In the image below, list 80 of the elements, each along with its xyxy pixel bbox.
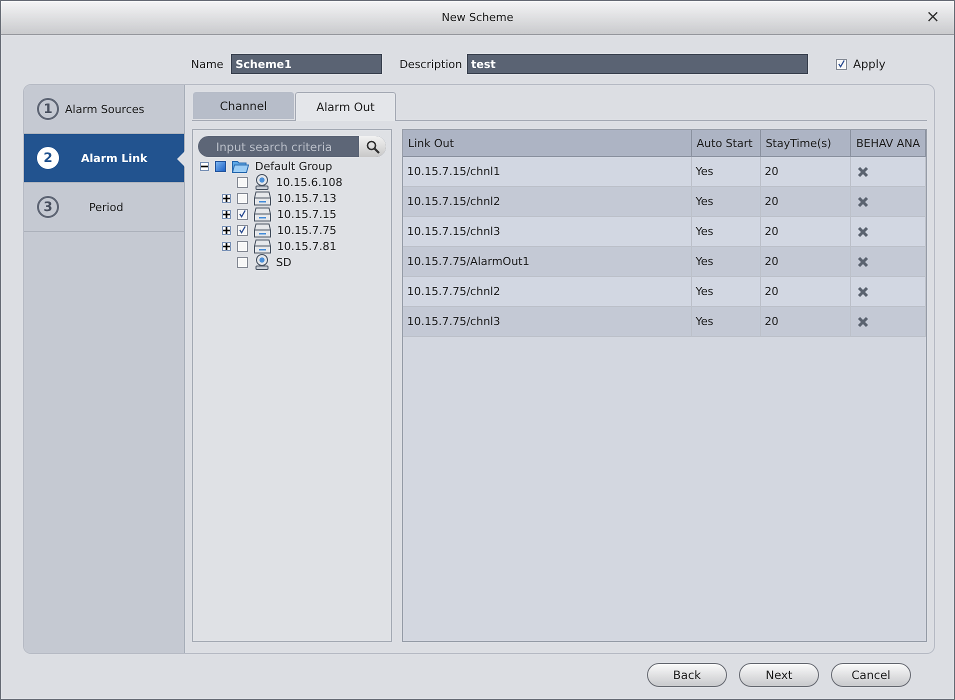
column-header[interactable]: Link Out xyxy=(403,130,692,156)
checkbox[interactable] xyxy=(237,192,248,204)
step-number: 1 xyxy=(37,98,59,120)
plus-icon xyxy=(223,242,230,250)
table-cell: 10.15.7.15/chnl1 xyxy=(403,156,692,186)
camera-icon xyxy=(254,254,270,270)
table-cell: 10.15.7.75/chnl2 xyxy=(403,276,692,306)
tree-item[interactable]: 10.15.7.15 xyxy=(277,208,336,220)
collapse-toggle[interactable] xyxy=(200,162,209,170)
step-item[interactable]: 3 Period xyxy=(24,183,184,232)
expand-toggle[interactable] xyxy=(222,242,231,250)
camera-icon xyxy=(254,174,270,190)
search-button[interactable] xyxy=(359,136,386,157)
checkbox[interactable] xyxy=(237,208,248,220)
table-cell: 10.15.7.15/chnl2 xyxy=(403,186,692,216)
apply-label: Apply xyxy=(853,57,886,71)
device-icon xyxy=(254,190,271,206)
folder-icon xyxy=(232,160,249,172)
checkbox[interactable] xyxy=(237,256,248,268)
table-cell: 20 xyxy=(760,306,851,336)
description-label: Description xyxy=(399,58,462,70)
delete-icon[interactable] xyxy=(857,226,870,238)
plus-icon xyxy=(223,210,230,218)
tree-item[interactable]: Default Group xyxy=(255,160,332,172)
plus-icon xyxy=(223,194,230,202)
column-header[interactable]: StayTime(s) xyxy=(760,130,851,156)
tree-item[interactable]: 10.15.7.75 xyxy=(277,224,336,236)
tab[interactable]: Channel xyxy=(193,92,294,119)
description-field[interactable]: test xyxy=(467,54,808,74)
step-item[interactable]: 2 Alarm Link xyxy=(24,134,184,183)
expand-toggle[interactable] xyxy=(222,194,231,202)
dialog-button[interactable]: Back xyxy=(647,663,727,687)
table-cell: Yes xyxy=(691,216,760,246)
table-cell: 20 xyxy=(760,186,851,216)
delete-icon[interactable] xyxy=(857,256,870,268)
dialog-button[interactable]: Cancel xyxy=(831,663,911,687)
tree-item[interactable]: SD xyxy=(276,256,292,268)
table-cell: 20 xyxy=(760,216,851,246)
expand-toggle[interactable] xyxy=(222,210,231,218)
window-title: New Scheme xyxy=(442,11,514,24)
expand-toggle[interactable] xyxy=(222,226,231,234)
table-cell: Yes xyxy=(691,156,760,186)
checkbox[interactable] xyxy=(237,240,248,252)
tree-item[interactable]: 10.15.7.81 xyxy=(277,240,336,252)
delete-icon[interactable] xyxy=(857,316,870,328)
delete-icon[interactable] xyxy=(857,166,870,178)
tab[interactable]: Alarm Out xyxy=(295,92,396,121)
minus-icon xyxy=(201,162,208,170)
table-cell: Yes xyxy=(691,306,760,336)
name-label: Name xyxy=(191,58,224,70)
table-cell: 10.15.7.15/chnl3 xyxy=(403,216,692,246)
close-button[interactable]: × xyxy=(926,7,940,27)
column-header[interactable]: Auto Start xyxy=(691,130,760,156)
tree-item[interactable]: 10.15.7.13 xyxy=(277,192,336,204)
step-number: 3 xyxy=(37,196,59,218)
checkbox[interactable] xyxy=(237,224,248,236)
table-cell: 10.15.7.75/chnl3 xyxy=(403,306,692,336)
checkbox[interactable] xyxy=(836,58,848,70)
device-icon xyxy=(254,222,271,238)
search-icon xyxy=(366,140,380,154)
table-cell: 20 xyxy=(760,276,851,306)
table-cell: Yes xyxy=(691,246,760,276)
table-cell: 20 xyxy=(760,246,851,276)
table-cell: Yes xyxy=(691,186,760,216)
search-field[interactable]: Input search criteria xyxy=(198,136,386,157)
checkbox[interactable] xyxy=(237,176,248,188)
table-cell: Yes xyxy=(691,276,760,306)
device-icon xyxy=(254,238,271,254)
table-cell: 10.15.7.75/AlarmOut1 xyxy=(403,246,692,276)
step-number: 2 xyxy=(37,147,59,169)
device-icon xyxy=(254,206,271,222)
dialog-button[interactable]: Next xyxy=(739,663,819,687)
column-header[interactable]: BEHAV ANA xyxy=(850,130,926,156)
name-field[interactable]: Scheme1 xyxy=(231,54,382,74)
tree-item[interactable]: 10.15.6.108 xyxy=(276,176,342,188)
plus-icon xyxy=(223,226,230,234)
table-cell: 20 xyxy=(760,156,851,186)
checkbox[interactable] xyxy=(215,160,226,172)
delete-icon[interactable] xyxy=(857,286,870,298)
delete-icon[interactable] xyxy=(857,196,870,208)
